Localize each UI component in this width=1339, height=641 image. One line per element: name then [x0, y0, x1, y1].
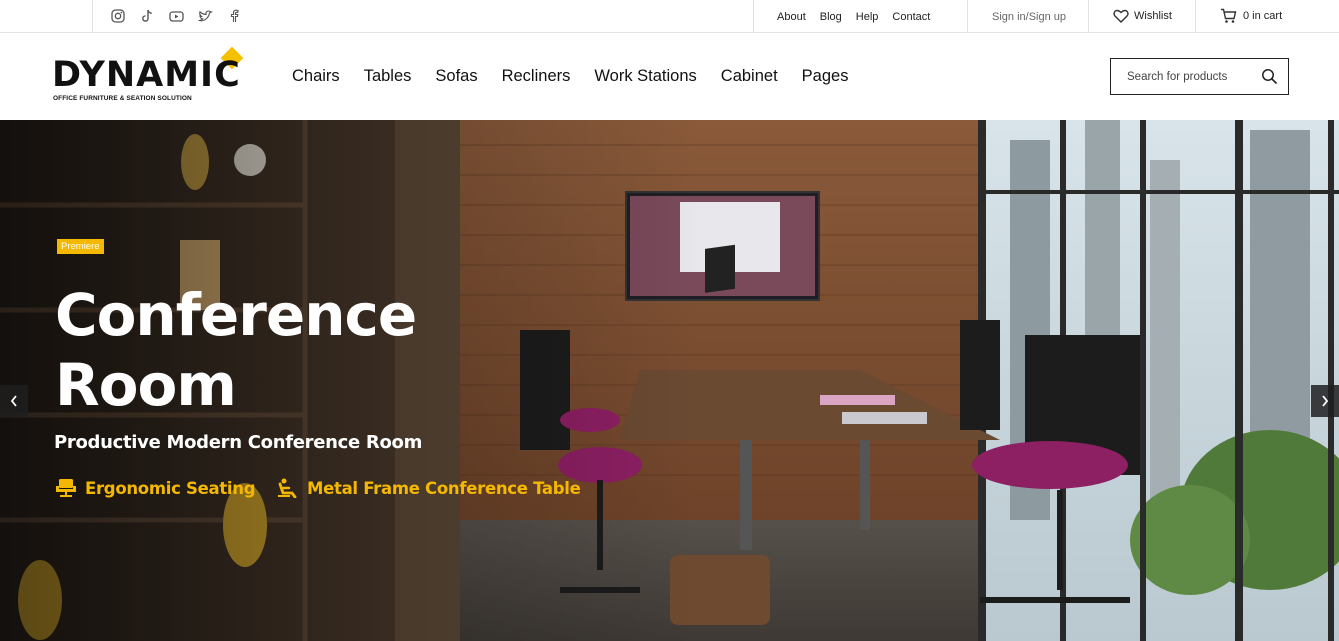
cart-count: 0 in cart — [1243, 10, 1283, 22]
nav-item-cabinet[interactable]: Cabinet — [721, 67, 778, 86]
top-links: About Blog Help Contact — [777, 11, 944, 23]
youtube-icon[interactable] — [168, 8, 184, 24]
search-input[interactable] — [1111, 59, 1261, 94]
search-icon[interactable] — [1261, 68, 1278, 85]
wishlist-label: Wishlist — [1134, 10, 1172, 22]
nav-item-sofas[interactable]: Sofas — [435, 67, 477, 86]
wishlist-link[interactable]: Wishlist — [1113, 9, 1172, 23]
divider — [1195, 0, 1196, 33]
top-link-contact[interactable]: Contact — [892, 11, 930, 23]
hero-slider: Premiere Conference Room Productive Mode… — [0, 120, 1339, 641]
recliner-icon — [278, 478, 297, 498]
signin-link[interactable]: Sign in/Sign up — [992, 11, 1066, 23]
feature-metal-frame-table: Metal Frame Conference Table — [277, 478, 581, 498]
slider-prev-button[interactable] — [0, 385, 28, 417]
divider — [753, 0, 754, 33]
cart-icon — [1221, 8, 1237, 23]
instagram-icon[interactable] — [110, 8, 126, 24]
top-link-blog[interactable]: Blog — [820, 11, 842, 23]
nav-item-work-stations[interactable]: Work Stations — [594, 67, 696, 86]
top-link-help[interactable]: Help — [856, 11, 879, 23]
chevron-right-icon — [1322, 395, 1329, 407]
feature-label: Metal Frame Conference Table — [307, 478, 581, 498]
nav-item-tables[interactable]: Tables — [364, 67, 412, 86]
chair-icon — [56, 479, 76, 497]
social-links — [110, 8, 242, 24]
nav-item-pages[interactable]: Pages — [802, 67, 849, 86]
top-bar: About Blog Help Contact Sign in/Sign up … — [0, 0, 1339, 33]
logo[interactable]: DYNAMIC OFFICE FURNITURE & SEATION SOLUT… — [52, 46, 254, 108]
premiere-badge: Premiere — [57, 239, 104, 254]
slider-next-button[interactable] — [1311, 385, 1339, 417]
twitter-icon[interactable] — [197, 8, 213, 24]
cart-link[interactable]: 0 in cart — [1220, 8, 1282, 24]
hero-subtitle: Productive Modern Conference Room — [54, 432, 423, 453]
main-header: DYNAMIC OFFICE FURNITURE & SEATION SOLUT… — [0, 34, 1339, 120]
divider — [1088, 0, 1089, 33]
nav-item-recliners[interactable]: Recliners — [502, 67, 571, 86]
nav-item-chairs[interactable]: Chairs — [292, 67, 340, 86]
facebook-icon[interactable] — [226, 8, 242, 24]
tiktok-icon[interactable] — [139, 8, 155, 24]
feature-ergonomic-seating: Ergonomic Seating — [55, 478, 256, 498]
logo-word: DYNAMIC — [52, 55, 241, 95]
logo-tagline: OFFICE FURNITURE & SEATION SOLUTION — [53, 95, 192, 102]
search-box — [1110, 58, 1289, 95]
divider — [92, 0, 93, 33]
top-link-about[interactable]: About — [777, 11, 806, 23]
divider — [967, 0, 968, 33]
chevron-left-icon — [10, 395, 17, 407]
heart-icon — [1113, 9, 1129, 23]
feature-label: Ergonomic Seating — [85, 478, 256, 498]
main-nav: Chairs Tables Sofas Recliners Work Stati… — [292, 67, 872, 86]
hero-title: Conference Room — [55, 281, 417, 419]
